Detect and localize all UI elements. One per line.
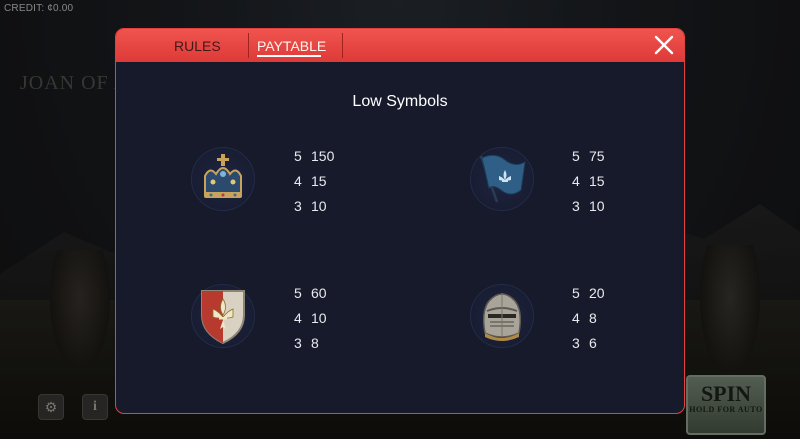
- symbol-flag: [470, 147, 534, 211]
- pay-value: 8: [589, 310, 597, 326]
- close-icon: [654, 35, 674, 55]
- active-tab-underline: [257, 55, 321, 57]
- section-title: Low Symbols: [352, 93, 448, 110]
- pay-count: 5: [294, 285, 302, 301]
- symbol-crown: [191, 147, 255, 211]
- close-button[interactable]: [652, 33, 676, 57]
- paytable-flag: 5 75 4 15 3 10: [572, 144, 605, 219]
- pay-value: 60: [311, 285, 327, 301]
- tab-paytable[interactable]: PAYTABLE: [257, 38, 326, 54]
- pay-count: 3: [572, 335, 580, 351]
- flag-icon: [479, 154, 526, 203]
- pay-count: 4: [572, 173, 580, 189]
- modal-header: RULES PAYTABLE: [116, 29, 684, 62]
- helmet-icon: [482, 293, 522, 341]
- tab-rules[interactable]: RULES: [174, 38, 221, 54]
- pay-value: 75: [589, 148, 605, 164]
- pay-value: 8: [311, 335, 319, 351]
- pay-value: 15: [589, 173, 605, 189]
- pay-value: 20: [589, 285, 605, 301]
- pay-count: 3: [294, 335, 302, 351]
- crown-icon: [204, 154, 242, 198]
- symbol-shield: [191, 284, 255, 348]
- paytable-crown: 5 150 4 15 3 10: [294, 144, 334, 219]
- tab-divider: [342, 33, 343, 58]
- shield-icon: [201, 290, 245, 345]
- pay-value: 15: [311, 173, 327, 189]
- pay-value: 10: [311, 198, 327, 214]
- pay-value: 150: [311, 148, 335, 164]
- pay-count: 5: [572, 285, 580, 301]
- pay-count: 3: [294, 198, 302, 214]
- pay-count: 4: [572, 310, 580, 326]
- pay-count: 4: [294, 173, 302, 189]
- paytable-modal: RULES PAYTABLE Low Symbols 5 150 4 15 3 …: [115, 28, 685, 414]
- pay-value: 6: [589, 335, 597, 351]
- paytable-helmet: 5 20 48 36: [572, 281, 605, 356]
- pay-count: 5: [294, 148, 302, 164]
- pay-count: 4: [294, 310, 302, 326]
- pay-count: 5: [572, 148, 580, 164]
- pay-count: 3: [572, 198, 580, 214]
- pay-value: 10: [311, 310, 327, 326]
- tab-divider: [248, 33, 249, 58]
- symbol-helmet: [470, 284, 534, 348]
- paytable-shield: 5 60 4 10 38: [294, 281, 327, 356]
- pay-value: 10: [589, 198, 605, 214]
